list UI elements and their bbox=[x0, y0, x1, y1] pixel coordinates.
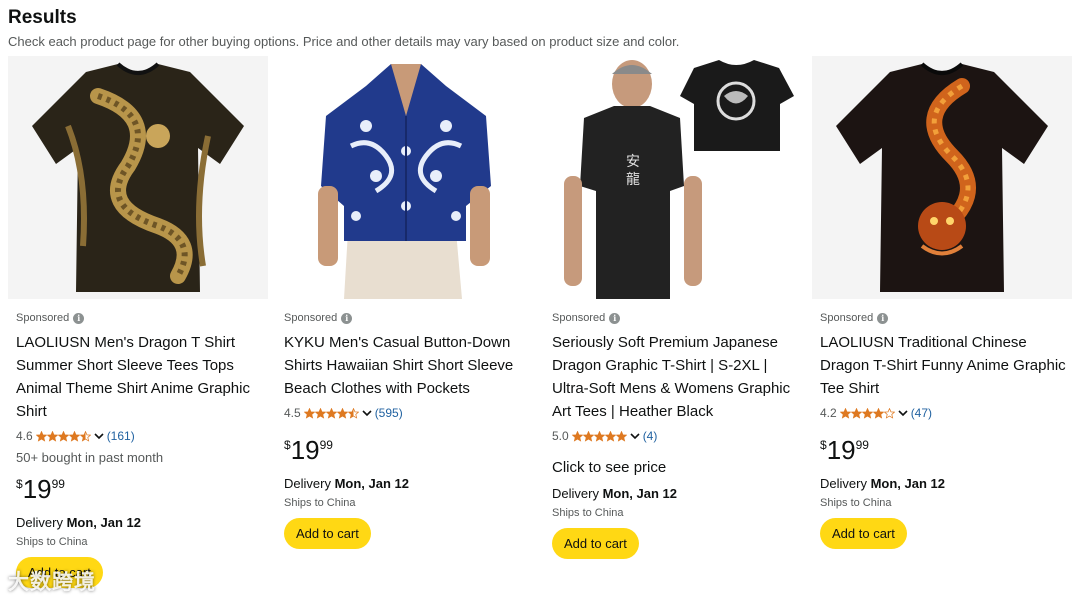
product-image[interactable] bbox=[276, 56, 536, 299]
chevron-down-icon[interactable] bbox=[630, 431, 640, 441]
product-image[interactable] bbox=[8, 56, 268, 299]
sponsored-label[interactable]: Sponsored i bbox=[284, 310, 532, 326]
product-image[interactable] bbox=[812, 56, 1072, 299]
star-icon bbox=[35, 430, 47, 442]
delivery-info: Delivery Mon, Jan 12 bbox=[820, 476, 946, 491]
info-icon[interactable]: i bbox=[73, 312, 85, 324]
see-price-link[interactable]: Click to see price bbox=[552, 459, 800, 476]
ships-to: Ships to China bbox=[284, 497, 356, 509]
review-count[interactable]: (47) bbox=[911, 406, 932, 420]
ships-to: Ships to China bbox=[16, 536, 88, 548]
price-whole: 19 bbox=[826, 435, 856, 465]
results-subtitle: Check each product page for other buying… bbox=[8, 34, 680, 49]
star-icon bbox=[57, 430, 69, 442]
ships-to: Ships to China bbox=[820, 497, 892, 509]
chevron-down-icon[interactable] bbox=[94, 431, 104, 441]
watermark: 大数跨境 bbox=[8, 570, 96, 594]
chevron-down-icon[interactable] bbox=[898, 408, 908, 418]
star-icon bbox=[68, 430, 80, 442]
star-icon bbox=[883, 407, 895, 419]
info-icon[interactable]: i bbox=[877, 312, 889, 324]
star-rating[interactable] bbox=[839, 407, 895, 419]
price-symbol: $ bbox=[16, 477, 23, 491]
star-icon bbox=[850, 407, 862, 419]
add-to-cart-button[interactable]: Add to cart bbox=[284, 518, 371, 549]
rating-value: 4.6 bbox=[16, 429, 33, 443]
star-rating[interactable] bbox=[35, 430, 91, 442]
delivery-info: Delivery Mon, Jan 12 bbox=[16, 515, 142, 530]
star-rating[interactable] bbox=[303, 407, 359, 419]
results-title: Results bbox=[8, 7, 77, 28]
delivery-date: Mon, Jan 12 bbox=[870, 476, 946, 491]
review-count[interactable]: (161) bbox=[107, 429, 135, 443]
bought-info: 50+ bought in past month bbox=[16, 450, 164, 465]
product-title[interactable]: KYKU Men's Casual Button-Down Shirts Haw… bbox=[284, 331, 532, 400]
product-title[interactable]: LAOLIUSN Traditional Chinese Dragon T-Sh… bbox=[820, 331, 1068, 400]
star-icon bbox=[582, 430, 594, 442]
star-icon bbox=[872, 407, 884, 419]
delivery-info: Delivery Mon, Jan 12 bbox=[552, 486, 678, 501]
review-count[interactable]: (4) bbox=[643, 429, 658, 443]
price-whole: 19 bbox=[290, 435, 320, 465]
review-count[interactable]: (595) bbox=[375, 406, 403, 420]
rating-row[interactable]: 4.5 (595) bbox=[284, 404, 532, 422]
product-title[interactable]: LAOLIUSN Men's Dragon T Shirt Summer Sho… bbox=[16, 331, 264, 423]
svg-text:安: 安 bbox=[626, 154, 640, 170]
star-icon bbox=[325, 407, 337, 419]
sponsored-label[interactable]: Sponsored i bbox=[552, 310, 800, 326]
rating-value: 4.2 bbox=[820, 406, 837, 420]
rating-value: 5.0 bbox=[552, 429, 569, 443]
add-to-cart-button[interactable]: Add to cart bbox=[552, 528, 639, 559]
delivery-info: Delivery Mon, Jan 12 bbox=[284, 476, 410, 491]
star-icon bbox=[303, 407, 315, 419]
star-rating[interactable] bbox=[571, 430, 627, 442]
ships-to: Ships to China bbox=[552, 507, 624, 519]
svg-text:龍: 龍 bbox=[626, 171, 640, 188]
rating-row[interactable]: 4.2 (47) bbox=[820, 404, 1068, 422]
sponsored-label[interactable]: Sponsored i bbox=[16, 310, 264, 326]
price-fraction: 99 bbox=[319, 438, 333, 452]
delivery-date: Mon, Jan 12 bbox=[334, 476, 410, 491]
star-icon bbox=[604, 430, 616, 442]
star-icon bbox=[615, 430, 627, 442]
rating-row[interactable]: 4.6 (161) bbox=[16, 427, 264, 445]
product-title[interactable]: Seriously Soft Premium Japanese Dragon G… bbox=[552, 331, 800, 423]
star-icon bbox=[839, 407, 851, 419]
star-icon bbox=[593, 430, 605, 442]
star-icon bbox=[46, 430, 58, 442]
price-fraction: 99 bbox=[51, 477, 65, 491]
product-image[interactable]: 安 龍 bbox=[544, 56, 804, 299]
delivery-date: Mon, Jan 12 bbox=[602, 486, 678, 501]
price-whole: 19 bbox=[22, 474, 52, 504]
info-icon[interactable]: i bbox=[609, 312, 621, 324]
star-icon bbox=[336, 407, 348, 419]
star-icon bbox=[314, 407, 326, 419]
product-card[interactable]: Sponsored i KYKU Men's Casual Button-Dow… bbox=[276, 56, 536, 598]
star-icon bbox=[79, 430, 91, 442]
chevron-down-icon[interactable] bbox=[362, 408, 372, 418]
delivery-date: Mon, Jan 12 bbox=[66, 515, 142, 530]
rating-row[interactable]: 5.0 (4) bbox=[552, 427, 800, 445]
star-icon bbox=[347, 407, 359, 419]
star-icon bbox=[571, 430, 583, 442]
price-symbol: $ bbox=[820, 438, 827, 452]
price[interactable]: $ 19 99 bbox=[820, 436, 1068, 466]
sponsored-label[interactable]: Sponsored i bbox=[820, 310, 1068, 326]
info-icon[interactable]: i bbox=[341, 312, 353, 324]
product-card[interactable]: 安 龍 Sponsored i Seriously Soft Premium J… bbox=[544, 56, 804, 598]
product-card[interactable]: Sponsored i LAOLIUSN Men's Dragon T Shir… bbox=[8, 56, 268, 598]
product-card[interactable]: Sponsored i LAOLIUSN Traditional Chinese… bbox=[812, 56, 1072, 598]
price-fraction: 99 bbox=[855, 438, 869, 452]
price[interactable]: $ 19 99 bbox=[284, 436, 532, 466]
rating-value: 4.5 bbox=[284, 406, 301, 420]
add-to-cart-button[interactable]: Add to cart bbox=[820, 518, 907, 549]
price[interactable]: $ 19 99 bbox=[16, 475, 264, 505]
star-icon bbox=[861, 407, 873, 419]
price-symbol: $ bbox=[284, 438, 291, 452]
